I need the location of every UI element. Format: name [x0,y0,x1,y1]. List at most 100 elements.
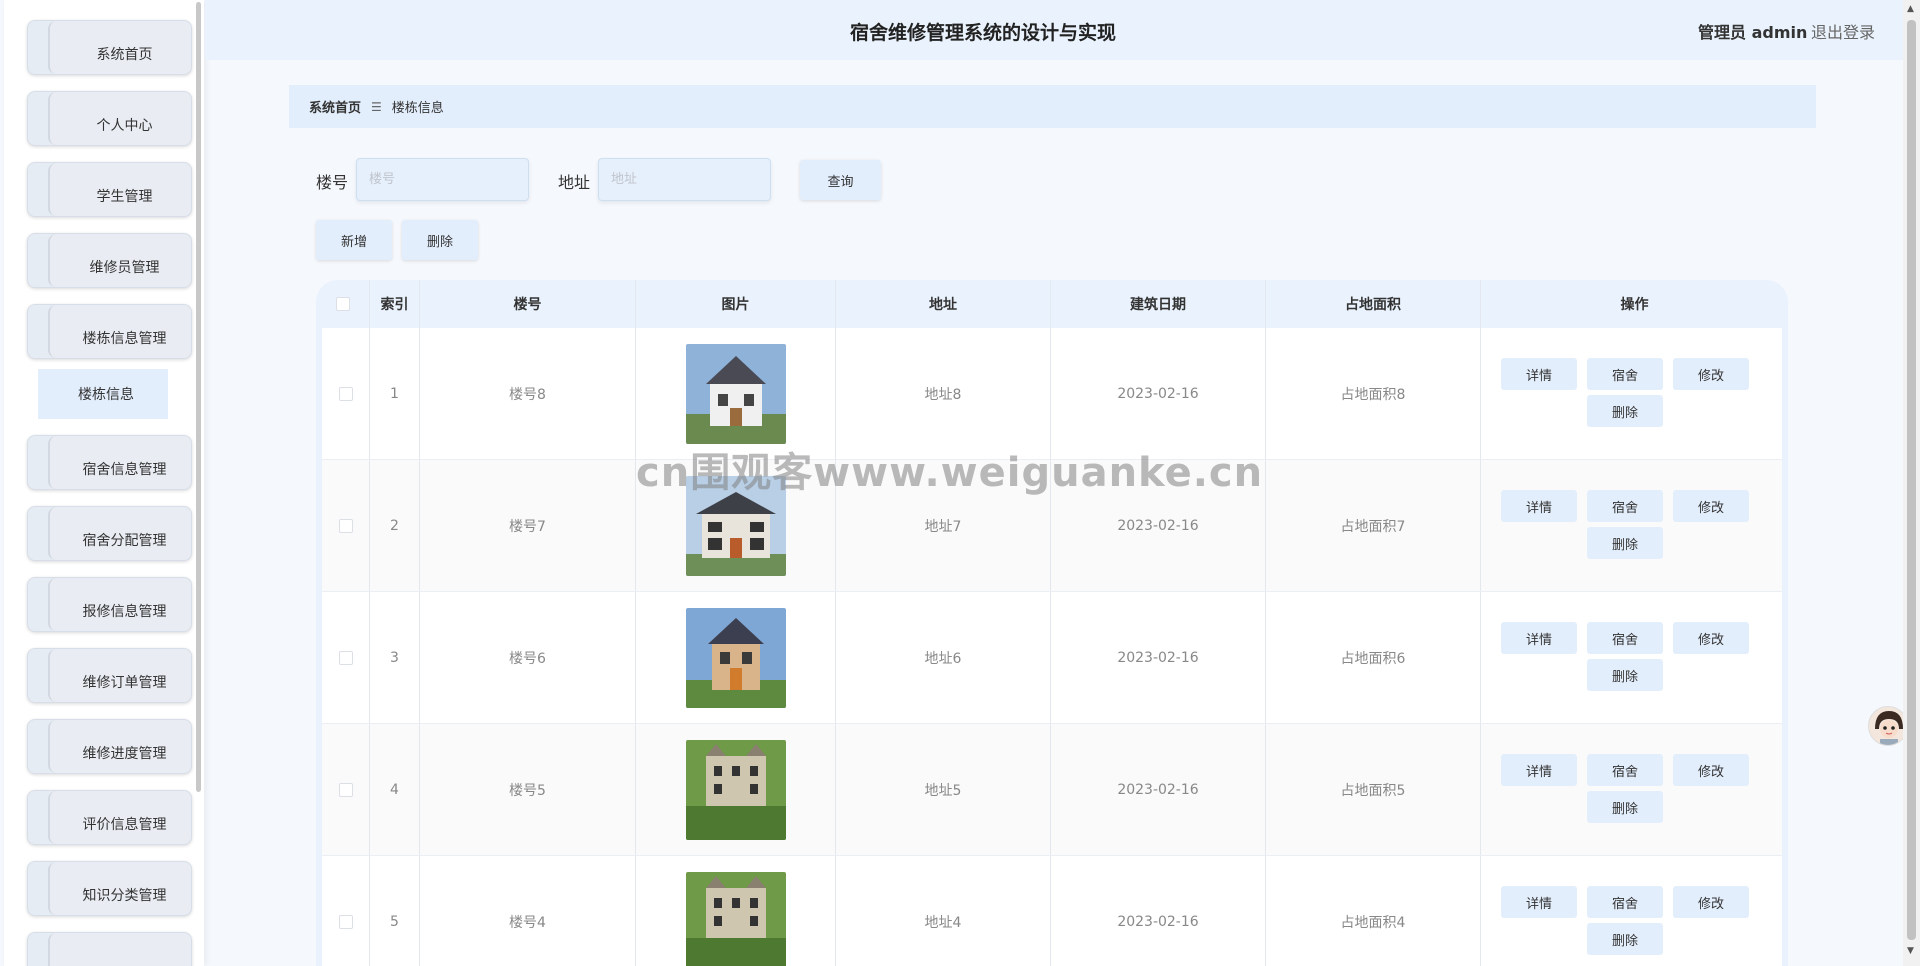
row-select[interactable] [322,328,370,459]
table-header: 索引 楼号 图片 地址 建筑日期 占地面积 操作 [316,280,1788,328]
row-build-date: 2023-02-16 [1051,856,1266,966]
sidebar-item-dorms[interactable]: 宿舍信息管理 [27,435,192,490]
sidebar: 系统首页 个人中心 学生管理 维修员管理 楼栋信息管理 楼栋信息 宿舍信息管理 … [4,0,204,966]
sidebar-item-label: 楼栋信息管理 [82,331,167,347]
header-select-all[interactable] [316,280,370,328]
page-scrollbar[interactable]: ▲ ▼ [1903,0,1920,966]
table-row: 5 楼号4 地址4 2023-02-16 占地面积4 详情 宿舍 修改 删除 [322,856,1782,966]
dorm-button[interactable]: 宿舍 [1587,886,1663,918]
row-actions: 详情 宿舍 修改 删除 [1481,856,1782,966]
sidebar-item-repair-orders[interactable]: 维修订单管理 [27,648,192,703]
detail-button[interactable]: 详情 [1501,622,1577,654]
select-all-checkbox[interactable] [335,297,350,311]
row-building: 楼号7 [420,460,636,591]
sidebar-subitem-building-info[interactable]: 楼栋信息 [38,369,168,419]
header-actions: 操作 [1620,297,1649,313]
table-row: 4 楼号5 地址5 2023-02-16 占地面积5 详情 宿舍 修改 删除 [322,724,1782,856]
delete-button[interactable]: 删除 [1587,527,1663,559]
sidebar-item-label: 宿舍信息管理 [82,462,167,478]
row-image-cell [636,856,836,966]
delete-button[interactable]: 删除 [1587,395,1663,427]
edit-button[interactable]: 修改 [1673,754,1749,786]
row-select[interactable] [322,724,370,855]
dorm-button[interactable]: 宿舍 [1587,358,1663,390]
row-actions: 详情 宿舍 修改 删除 [1481,724,1782,855]
header-area: 占地面积 [1266,280,1481,328]
detail-button[interactable]: 详情 [1501,358,1577,390]
page-scrollbar-thumb[interactable] [1907,20,1916,940]
delete-button[interactable]: 删除 [1587,659,1663,691]
breadcrumb-current: 楼栋信息 [391,101,444,116]
row-checkbox[interactable] [338,386,353,401]
sidebar-menu: 系统首页 个人中心 学生管理 维修员管理 楼栋信息管理 楼栋信息 宿舍信息管理 … [18,20,192,966]
edit-button[interactable]: 修改 [1673,622,1749,654]
row-address: 地址6 [836,592,1051,723]
row-index: 5 [370,856,420,966]
logout-link[interactable]: 退出登录 [1811,19,1875,43]
delete-button[interactable]: 删除 [1587,923,1663,955]
row-area: 占地面积4 [1266,856,1481,966]
row-address: 地址4 [836,856,1051,966]
row-building: 楼号5 [420,724,636,855]
sidebar-item-label: 知识分类管理 [82,888,167,904]
building-search-input[interactable] [356,158,529,201]
row-build-date: 2023-02-16 [1051,592,1266,723]
row-area: 占地面积6 [1266,592,1481,723]
row-select[interactable] [322,856,370,966]
sidebar-item-home[interactable]: 系统首页 [27,20,192,75]
sidebar-item-knowledge-categories[interactable]: 知识分类管理 [27,861,192,916]
sidebar-item-label: 评价信息管理 [82,817,167,833]
detail-button[interactable]: 详情 [1501,490,1577,522]
sidebar-item-repair-progress[interactable]: 维修进度管理 [27,719,192,774]
row-checkbox[interactable] [338,650,353,665]
delete-button[interactable]: 删除 [1587,791,1663,823]
watermark-text: cn围观客www.weiguanke.cn [636,450,1264,496]
add-button[interactable]: 新增 [316,220,392,260]
header-building: 楼号 [420,280,636,328]
assistant-avatar[interactable] [1868,706,1908,746]
building-image [685,871,786,966]
row-checkbox[interactable] [338,914,353,929]
row-checkbox[interactable] [338,782,353,797]
row-building: 楼号4 [420,856,636,966]
dorm-button[interactable]: 宿舍 [1587,622,1663,654]
sidebar-scrollbar[interactable] [196,2,201,792]
sidebar-item-students[interactable]: 学生管理 [27,162,192,217]
sidebar-item-repairmen[interactable]: 维修员管理 [27,233,192,288]
sidebar-item-label: 宿舍分配管理 [82,533,167,549]
building-image [685,607,786,708]
query-button[interactable]: 查询 [800,160,881,200]
row-actions: 详情 宿舍 修改 删除 [1481,592,1782,723]
sidebar-item-more[interactable] [27,932,192,966]
building-table: 索引 楼号 图片 地址 建筑日期 占地面积 操作 1 楼号8 地址8 2023-… [316,280,1788,966]
row-checkbox[interactable] [338,518,353,533]
header-build-date: 建筑日期 [1051,280,1266,328]
scroll-down-icon[interactable]: ▼ [1907,946,1914,956]
sidebar-item-profile[interactable]: 个人中心 [27,91,192,146]
row-build-date: 2023-02-16 [1051,724,1266,855]
edit-button[interactable]: 修改 [1673,490,1749,522]
scroll-up-icon[interactable]: ▲ [1907,4,1914,14]
detail-button[interactable]: 详情 [1501,754,1577,786]
row-index: 3 [370,592,420,723]
sidebar-item-buildings[interactable]: 楼栋信息管理 [27,304,192,359]
row-select[interactable] [322,592,370,723]
row-building: 楼号8 [420,328,636,459]
breadcrumb-home[interactable]: 系统首页 [309,97,361,116]
row-index: 4 [370,724,420,855]
row-image-cell [636,592,836,723]
sidebar-item-reviews[interactable]: 评价信息管理 [27,790,192,845]
breadcrumb: 系统首页 ☰ 楼栋信息 [289,85,1816,128]
dorm-button[interactable]: 宿舍 [1587,754,1663,786]
batch-delete-button[interactable]: 删除 [402,220,478,260]
breadcrumb-separator-icon: ☰ [371,99,382,114]
detail-button[interactable]: 详情 [1501,886,1577,918]
header-address: 地址 [836,280,1051,328]
sidebar-item-dorm-allocation[interactable]: 宿舍分配管理 [27,506,192,561]
address-search-input[interactable] [598,158,771,201]
row-select[interactable] [322,460,370,591]
sidebar-item-repair-reports[interactable]: 报修信息管理 [27,577,192,632]
dorm-button[interactable]: 宿舍 [1587,490,1663,522]
edit-button[interactable]: 修改 [1673,358,1749,390]
edit-button[interactable]: 修改 [1673,886,1749,918]
